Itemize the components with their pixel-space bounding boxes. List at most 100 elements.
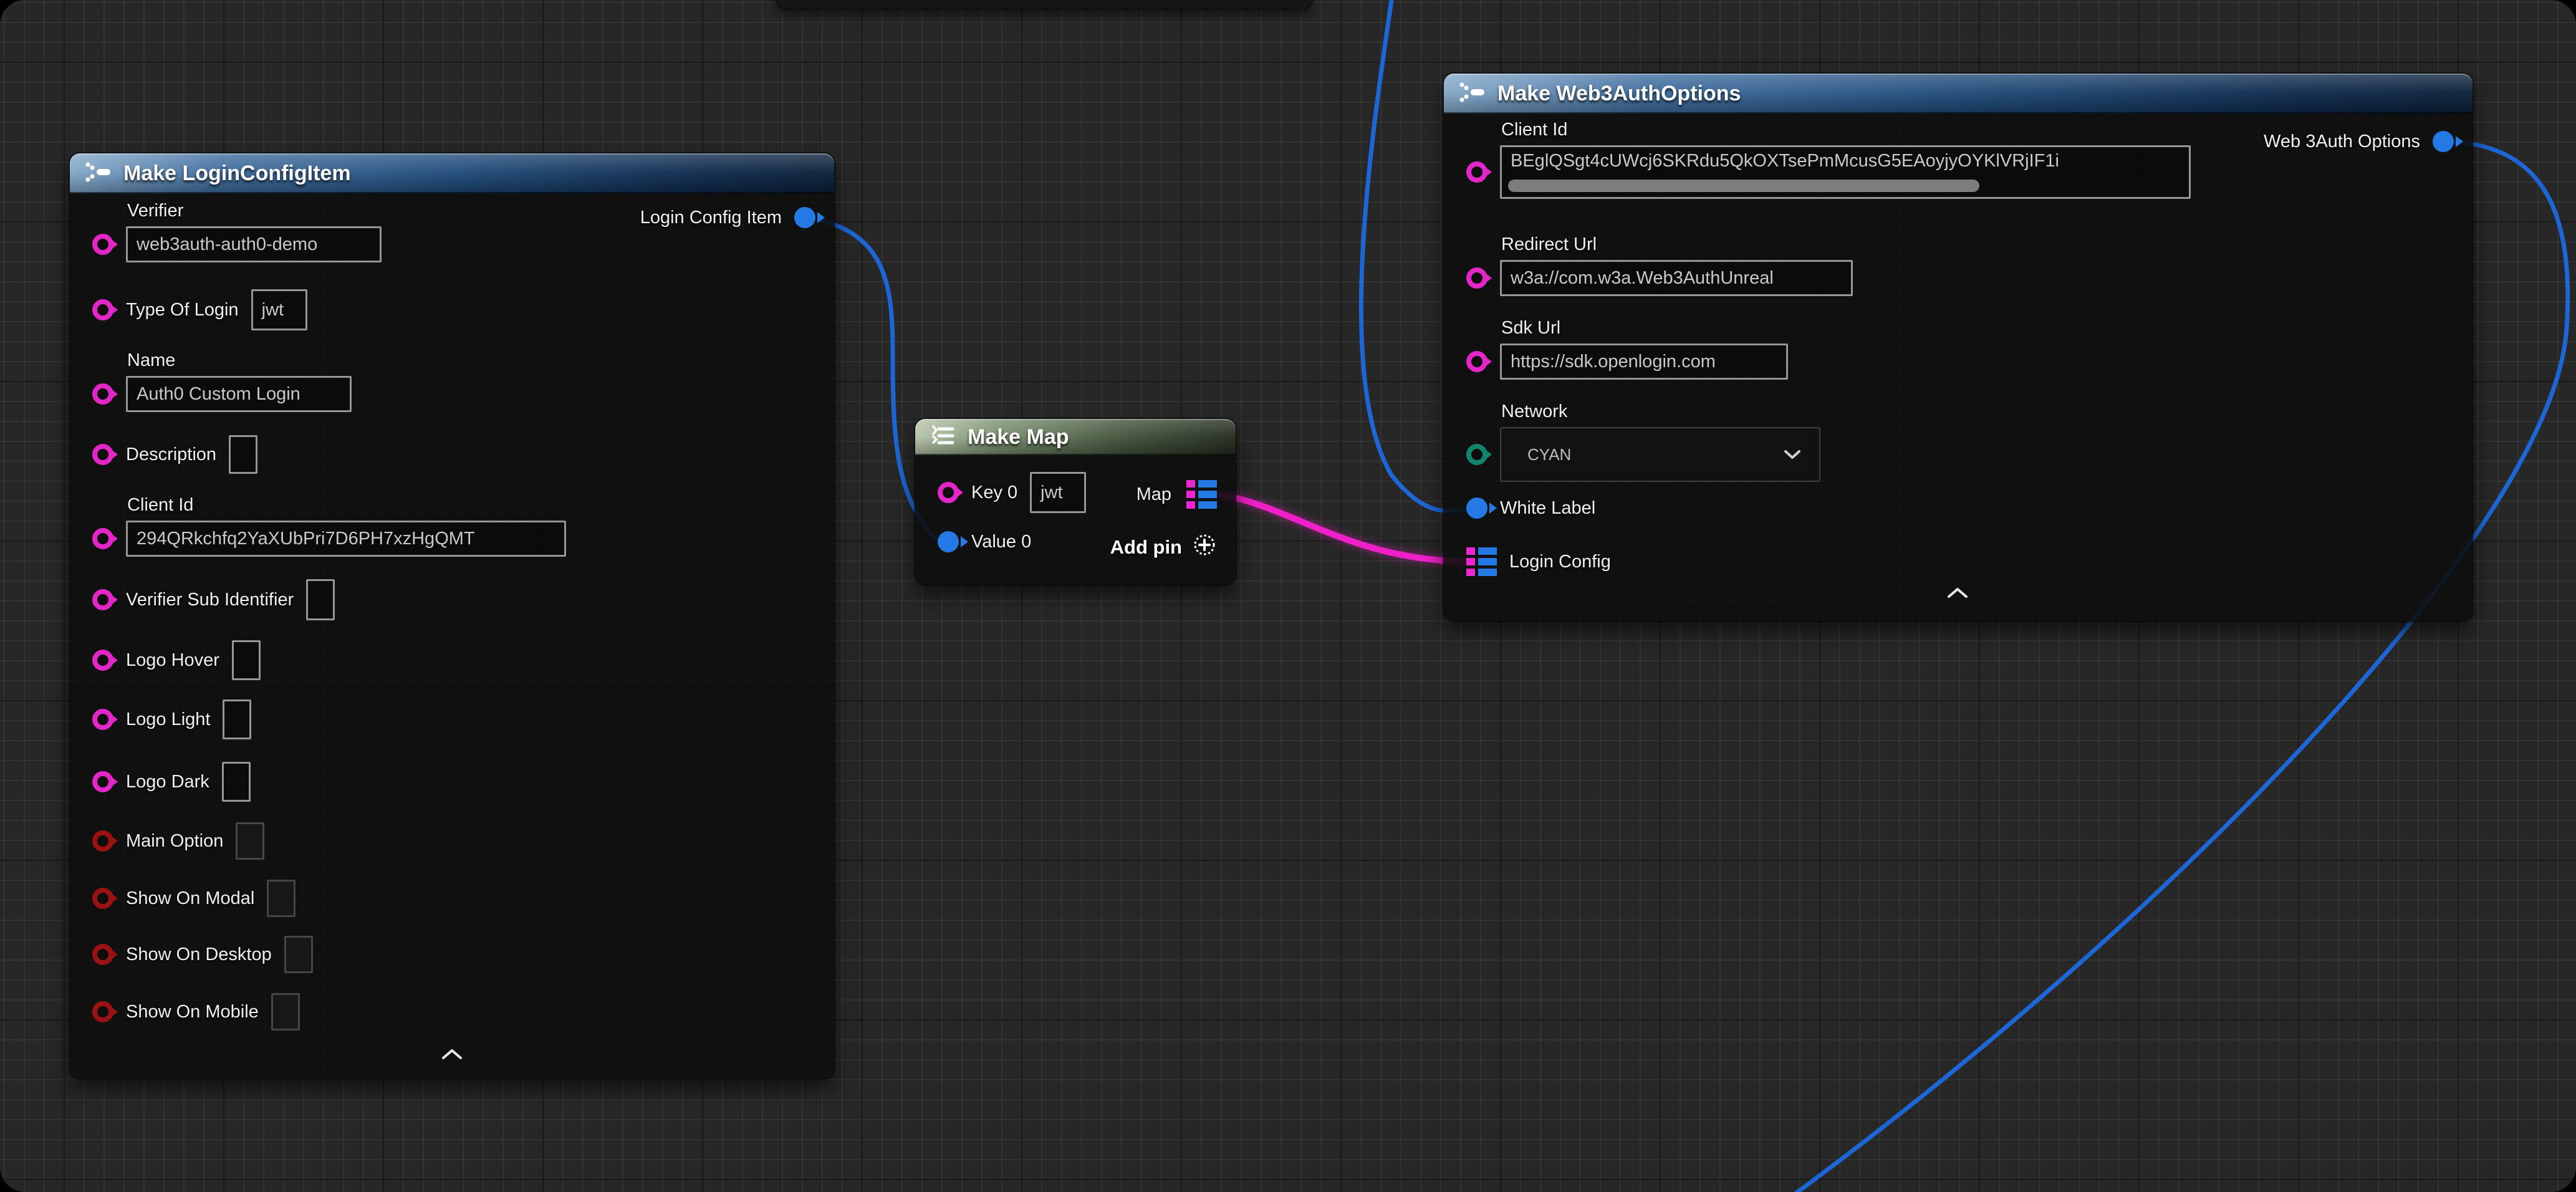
verifier-sub-identifier-pin[interactable] xyxy=(92,589,113,610)
node-header-make-loginconfigitem[interactable]: Make LoginConfigItem xyxy=(70,153,834,193)
field-type-of-login: Type Of Login jwt xyxy=(92,289,307,330)
field-key0: Key 0 jwt xyxy=(938,472,1086,513)
show-on-mobile-pin[interactable] xyxy=(92,1001,113,1022)
logo-light-pin[interactable] xyxy=(92,709,113,730)
login-config-pin[interactable] xyxy=(1466,547,1497,576)
network-pin[interactable] xyxy=(1466,444,1487,465)
field-main-option: Main Option xyxy=(92,822,264,860)
field-logo-hover: Logo Hover xyxy=(92,640,261,680)
verifier-sub-identifier-input[interactable] xyxy=(306,579,335,620)
add-pin-icon xyxy=(1192,532,1217,562)
redirect-url-pin[interactable] xyxy=(1466,267,1487,289)
description-pin[interactable] xyxy=(92,444,113,465)
key0-pin[interactable] xyxy=(938,482,959,503)
map-output-pin[interactable] xyxy=(1186,480,1217,509)
logo-hover-pin[interactable] xyxy=(92,650,113,671)
main-option-label: Main Option xyxy=(126,831,223,852)
logo-dark-label: Logo Dark xyxy=(126,772,209,792)
key0-input[interactable]: jwt xyxy=(1030,472,1086,513)
field-network: Network CYAN xyxy=(1466,401,1820,482)
make-struct-icon xyxy=(1458,80,1486,107)
logo-dark-pin[interactable] xyxy=(92,771,113,792)
client-id-label: Client Id xyxy=(127,495,566,516)
client-id-pin[interactable] xyxy=(92,528,113,549)
sdk-url-label: Sdk Url xyxy=(1501,318,1788,339)
verifier-label: Verifier xyxy=(127,201,382,221)
logo-hover-label: Logo Hover xyxy=(126,650,219,671)
field-value0: Value 0 xyxy=(938,531,1031,552)
value0-pin[interactable] xyxy=(938,531,959,552)
field-show-on-mobile: Show On Mobile xyxy=(92,993,300,1031)
logo-dark-input[interactable] xyxy=(222,762,251,802)
add-pin-button[interactable]: Add pin xyxy=(1110,532,1217,562)
type-of-login-input[interactable]: jwt xyxy=(251,289,307,330)
verifier-pin[interactable] xyxy=(92,234,113,255)
sdk-url-pin[interactable] xyxy=(1466,351,1487,372)
network-dropdown[interactable]: CYAN xyxy=(1500,427,1820,482)
name-input[interactable]: Auth0 Custom Login xyxy=(126,376,352,412)
web3auth-options-output-pin[interactable] xyxy=(2433,131,2454,152)
network-selected-value: CYAN xyxy=(1527,445,1571,464)
offscreen-node-bottom-edge xyxy=(776,0,1312,9)
output-pin-login-config-item[interactable] xyxy=(794,207,815,228)
client-id-horizontal-scrollbar[interactable] xyxy=(1508,180,1979,192)
network-label: Network xyxy=(1501,401,1820,422)
field-white-label: White Label xyxy=(1466,497,1595,519)
show-on-modal-checkbox[interactable] xyxy=(267,880,296,917)
node-header-make-web3authoptions[interactable]: Make Web3AuthOptions xyxy=(1444,74,2473,113)
field-login-config: Login Config xyxy=(1466,547,1611,576)
node-make-web3authoptions[interactable]: Make Web3AuthOptions Web 3Auth Options C… xyxy=(1444,74,2473,621)
sdk-url-input[interactable]: https://sdk.openlogin.com xyxy=(1500,344,1788,380)
add-pin-label: Add pin xyxy=(1110,536,1182,559)
wire-map-to-loginconfig[interactable] xyxy=(1221,494,1469,562)
type-of-login-label: Type Of Login xyxy=(126,300,239,320)
field-redirect-url: Redirect Url w3a://com.w3a.Web3AuthUnrea… xyxy=(1466,234,1853,296)
main-option-checkbox[interactable] xyxy=(236,822,264,860)
show-on-desktop-checkbox[interactable] xyxy=(284,936,313,973)
output-pin-label: Login Config Item xyxy=(640,208,782,228)
verifier-input[interactable]: web3auth-auth0-demo xyxy=(126,226,382,262)
node-title: Make Web3AuthOptions xyxy=(1497,82,1741,106)
name-label: Name xyxy=(127,350,352,371)
node-header-make-map[interactable]: Make Map xyxy=(915,419,1236,455)
blueprint-canvas[interactable]: Make LoginConfigItem Login Config Item V… xyxy=(0,0,2576,1192)
client-id-input[interactable]: 294QRkchfq2YaXUbPri7D6PH7xzHgQMT xyxy=(126,521,566,557)
client-id-label: Client Id xyxy=(1501,120,2191,140)
client-id-input[interactable]: BEglQSgt4cUWcj6SKRdu5QkOXTsePmMcusG5EAoy… xyxy=(1500,145,2191,199)
white-label-pin[interactable] xyxy=(1466,497,1487,519)
type-of-login-pin[interactable] xyxy=(92,299,113,320)
show-on-modal-label: Show On Modal xyxy=(126,888,254,909)
show-on-mobile-label: Show On Mobile xyxy=(126,1002,259,1022)
client-id-pin[interactable] xyxy=(1466,161,1487,183)
redirect-url-label: Redirect Url xyxy=(1501,234,1853,255)
key0-label: Key 0 xyxy=(971,483,1017,503)
output-row-login-config-item: Login Config Item xyxy=(640,207,815,228)
verifier-sub-identifier-label: Verifier Sub Identifier xyxy=(126,590,294,610)
logo-light-input[interactable] xyxy=(223,699,251,739)
field-client-id: Client Id BEglQSgt4cUWcj6SKRdu5QkOXTsePm… xyxy=(1466,120,2191,199)
field-client-id: Client Id 294QRkchfq2YaXUbPri7D6PH7xzHgQ… xyxy=(92,495,566,557)
value0-label: Value 0 xyxy=(971,532,1031,552)
show-on-desktop-pin[interactable] xyxy=(92,944,113,965)
description-input[interactable] xyxy=(229,435,257,474)
map-output-label: Map xyxy=(1137,484,1171,505)
redirect-url-input[interactable]: w3a://com.w3a.Web3AuthUnreal xyxy=(1500,260,1853,296)
node-make-loginconfigitem[interactable]: Make LoginConfigItem Login Config Item V… xyxy=(70,153,834,1079)
collapse-chevron-icon[interactable] xyxy=(1946,587,1969,602)
name-pin[interactable] xyxy=(92,383,113,405)
field-show-on-modal: Show On Modal xyxy=(92,880,296,917)
show-on-modal-pin[interactable] xyxy=(92,888,113,909)
white-label-label: White Label xyxy=(1500,498,1595,519)
field-sdk-url: Sdk Url https://sdk.openlogin.com xyxy=(1466,318,1788,380)
collapse-chevron-icon[interactable] xyxy=(441,1049,463,1063)
main-option-pin[interactable] xyxy=(92,830,113,852)
show-on-mobile-checkbox[interactable] xyxy=(271,993,300,1031)
node-make-map[interactable]: Make Map Key 0 jwt Map Value 0 Add pin xyxy=(915,419,1236,585)
description-label: Description xyxy=(126,445,216,465)
logo-light-label: Logo Light xyxy=(126,709,210,730)
login-config-label: Login Config xyxy=(1509,552,1611,572)
field-logo-dark: Logo Dark xyxy=(92,762,251,802)
web3auth-options-output-label: Web 3Auth Options xyxy=(2264,132,2420,152)
logo-hover-input[interactable] xyxy=(232,640,261,680)
field-name: Name Auth0 Custom Login xyxy=(92,350,352,412)
